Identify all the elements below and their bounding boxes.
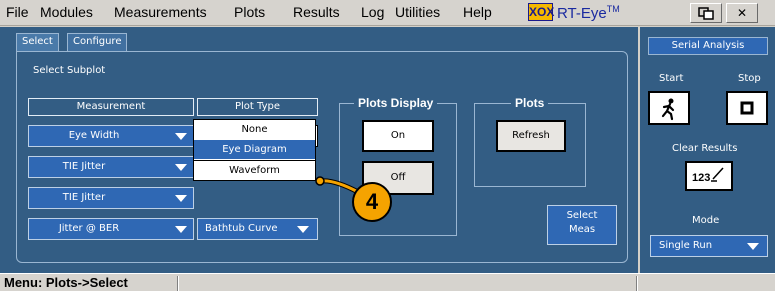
clear-results-button[interactable]: 123: [685, 161, 733, 191]
chevron-down-icon: [747, 243, 759, 250]
stop-button[interactable]: [726, 91, 768, 125]
status-bar: Menu: Plots->Select: [0, 273, 775, 291]
tab-content: Select Subplot Measurement Plot Type Eye…: [16, 51, 628, 263]
plot-type-column-header: Plot Type: [197, 98, 318, 116]
plot-type-option-none[interactable]: None: [194, 120, 315, 139]
measurement-dropdown-3[interactable]: TIE Jitter: [28, 187, 194, 209]
menu-log[interactable]: Log: [361, 4, 384, 20]
measurement-value-4: Jitter @ BER: [58, 223, 120, 234]
plots-display-title: Plots Display: [354, 96, 438, 110]
menu-help[interactable]: Help: [463, 4, 492, 20]
start-button[interactable]: [648, 91, 690, 125]
callout-number-badge: 4: [352, 182, 392, 222]
logo-name: RT-EyeTM: [557, 4, 620, 22]
select-subplot-heading: Select Subplot: [33, 65, 106, 76]
eraser-icon: 123: [692, 167, 724, 184]
menu-file[interactable]: File: [6, 4, 29, 20]
running-man-icon: [661, 98, 675, 121]
chevron-down-icon: [175, 133, 187, 140]
select-meas-line-2: Meas: [568, 224, 596, 235]
measurement-dropdown-4[interactable]: Jitter @ BER: [28, 218, 194, 240]
window-controls: ✕: [690, 3, 762, 23]
menu-results[interactable]: Results: [293, 4, 340, 20]
stop-label: Stop: [738, 73, 761, 84]
refresh-button[interactable]: Refresh: [496, 120, 566, 152]
clear-results-label: Clear Results: [672, 143, 738, 154]
chevron-down-icon: [175, 195, 187, 202]
main-panel: Select Configure Select Subplot Measurem…: [0, 27, 638, 273]
measurement-value-3: TIE Jitter: [62, 192, 106, 203]
plot-type-option-eye-diagram[interactable]: Eye Diagram: [194, 140, 315, 159]
status-text: Menu: Plots->Select: [4, 275, 128, 290]
menu-bar: File Modules Measurements Plots Results …: [0, 0, 775, 26]
menu-plots[interactable]: Plots: [234, 4, 265, 20]
brand-name: RT-Eye: [557, 5, 607, 22]
select-meas-line-1: Select: [566, 210, 598, 221]
chevron-down-icon: [175, 226, 187, 233]
status-divider: [177, 276, 179, 291]
chevron-down-icon: [175, 164, 187, 171]
measurement-value-1: Eye Width: [68, 130, 120, 141]
plots-title: Plots: [511, 96, 549, 110]
menu-modules[interactable]: Modules: [40, 4, 93, 20]
measurement-dropdown-1[interactable]: Eye Width: [28, 125, 194, 147]
plot-type-option-waveform[interactable]: Waveform: [194, 160, 315, 179]
tab-select[interactable]: Select: [16, 33, 59, 51]
close-icon[interactable]: ✕: [726, 3, 758, 23]
app-logo: XOX RT-EyeTM: [528, 3, 632, 23]
start-label: Start: [659, 73, 684, 84]
serial-analysis-title: Serial Analysis: [648, 37, 768, 55]
select-meas-button[interactable]: Select Meas: [547, 205, 617, 245]
plot-type-dropdown-4[interactable]: Bathtub Curve: [197, 218, 318, 240]
serial-analysis-panel: Serial Analysis Start Stop Clear Results…: [640, 27, 775, 273]
chevron-down-icon: [297, 226, 309, 233]
tab-configure[interactable]: Configure: [67, 33, 128, 51]
trademark: TM: [606, 4, 620, 14]
menu-utilities[interactable]: Utilities: [395, 4, 440, 20]
status-divider: [636, 276, 638, 291]
mode-value: Single Run: [659, 240, 713, 251]
clear-icon-digits: 123: [692, 172, 710, 184]
mode-label: Mode: [692, 215, 720, 226]
plot-type-value-4: Bathtub Curve: [205, 223, 278, 234]
plots-on-button[interactable]: On: [362, 120, 434, 152]
measurement-column-header: Measurement: [28, 98, 194, 116]
mode-dropdown[interactable]: Single Run: [650, 235, 768, 257]
measurement-dropdown-2[interactable]: TIE Jitter: [28, 156, 194, 178]
logo-mark: XOX: [528, 3, 555, 21]
stop-square-icon: [740, 101, 754, 115]
plot-type-list: None Eye Diagram Waveform: [193, 119, 316, 181]
menu-measurements[interactable]: Measurements: [114, 4, 207, 20]
measurement-value-2: TIE Jitter: [62, 161, 106, 172]
minimize-icon[interactable]: [690, 3, 722, 23]
